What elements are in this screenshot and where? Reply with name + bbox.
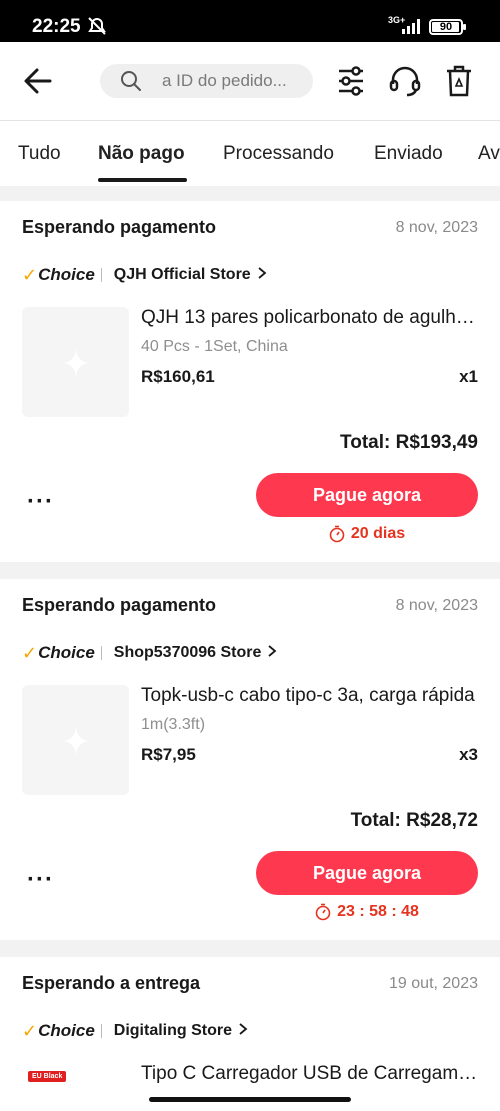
product-image[interactable] [22, 685, 129, 795]
order-card[interactable]: Esperando pagamento 8 nov, 2023 ✓ Choice … [0, 579, 500, 940]
divider [100, 268, 102, 282]
do-not-disturb-icon [86, 16, 108, 41]
order-status: Esperando pagamento [22, 595, 217, 615]
timer-icon [329, 525, 345, 543]
check-icon: ✓ [22, 264, 38, 285]
tab-unpaid[interactable]: Não pago [98, 143, 185, 165]
tab-all[interactable]: Tudo [18, 143, 61, 165]
divider [100, 646, 102, 660]
store-name: Digitaling Store [113, 1022, 233, 1039]
active-tab-indicator [98, 178, 187, 182]
battery-level: 90 [439, 21, 453, 33]
choice-logo: ✓ Choice [22, 264, 95, 285]
store-link[interactable]: ✓ Choice QJH Official Store [22, 265, 267, 285]
tab-processing[interactable]: Processando [223, 143, 334, 165]
product-name[interactable]: QJH 13 pares policarbonato de agulhas pa… [141, 307, 478, 329]
search-input[interactable] [162, 64, 307, 98]
more-options-button[interactable]: ··· [27, 490, 54, 514]
order-total: Total: R$28,72 [350, 810, 478, 831]
order-date: 8 nov, 2023 [395, 597, 478, 614]
order-tabs: Tudo Não pago Processando Enviado Av [0, 120, 500, 186]
timer-icon [315, 903, 331, 921]
product-image[interactable] [22, 307, 129, 417]
check-icon: ✓ [22, 1020, 38, 1041]
store-link[interactable]: ✓ Choice Shop5370096 Store [22, 643, 277, 663]
pay-now-button[interactable]: Pague agora [256, 473, 478, 517]
store-link[interactable]: ✓ Choice Digitaling Store [22, 1021, 248, 1041]
order-total: Total: R$193,49 [340, 432, 478, 453]
battery-icon: 90 [429, 19, 466, 35]
order-status: Esperando pagamento [22, 217, 217, 237]
tab-review[interactable]: Av [478, 143, 500, 165]
product-image[interactable]: EU Black [22, 1063, 129, 1087]
chevron-right-icon [257, 266, 267, 285]
app-header [0, 42, 500, 120]
store-name: QJH Official Store [113, 266, 251, 283]
choice-logo: ✓ Choice [22, 642, 95, 663]
check-icon: ✓ [22, 642, 38, 663]
image-placeholder-icon [62, 349, 90, 377]
eu-black-badge: EU Black [28, 1071, 67, 1082]
product-variant: 1m(3.3ft) [141, 716, 206, 733]
product-name[interactable]: Tipo C Carregador USB de Carregamento Rá… [141, 1063, 478, 1085]
image-placeholder-icon [62, 727, 90, 755]
product-name[interactable]: Topk-usb-c cabo tipo-c 3a, carga rápida [141, 685, 478, 707]
product-variant: 40 Pcs - 1Set, China [141, 338, 288, 355]
payment-countdown: 23 : 58 : 48 [256, 903, 478, 921]
customer-service-icon[interactable] [388, 64, 422, 103]
order-card[interactable]: Esperando pagamento 8 nov, 2023 ✓ Choice … [0, 201, 500, 562]
store-name: Shop5370096 Store [113, 644, 262, 661]
order-date: 8 nov, 2023 [395, 219, 478, 236]
order-date: 19 out, 2023 [389, 975, 478, 992]
divider [100, 1024, 102, 1038]
choice-logo: ✓ Choice [22, 1020, 95, 1041]
product-price: R$160,61 [141, 367, 215, 386]
back-arrow-icon[interactable] [22, 66, 54, 101]
order-status: Esperando a entrega [22, 973, 201, 993]
order-card[interactable]: Esperando a entrega 19 out, 2023 ✓ Choice… [0, 957, 500, 1111]
product-price: R$7,95 [141, 745, 196, 764]
order-search-box[interactable] [100, 64, 313, 98]
chevron-right-icon [267, 644, 277, 663]
trash-icon[interactable] [444, 64, 474, 103]
pay-now-button[interactable]: Pague agora [256, 851, 478, 895]
product-quantity: x3 [459, 745, 478, 764]
product-quantity: x1 [459, 367, 478, 386]
chevron-right-icon [238, 1022, 248, 1041]
tab-shipped[interactable]: Enviado [374, 143, 443, 165]
more-options-button[interactable]: ··· [27, 868, 54, 892]
payment-countdown: 20 dias [256, 525, 478, 543]
status-bar: 22:25 3G+ 90 [0, 0, 500, 42]
home-indicator[interactable] [149, 1097, 351, 1102]
status-time: 22:25 [32, 16, 81, 37]
search-icon [120, 70, 142, 97]
signal-icon [400, 18, 424, 34]
filter-icon[interactable] [336, 64, 366, 103]
